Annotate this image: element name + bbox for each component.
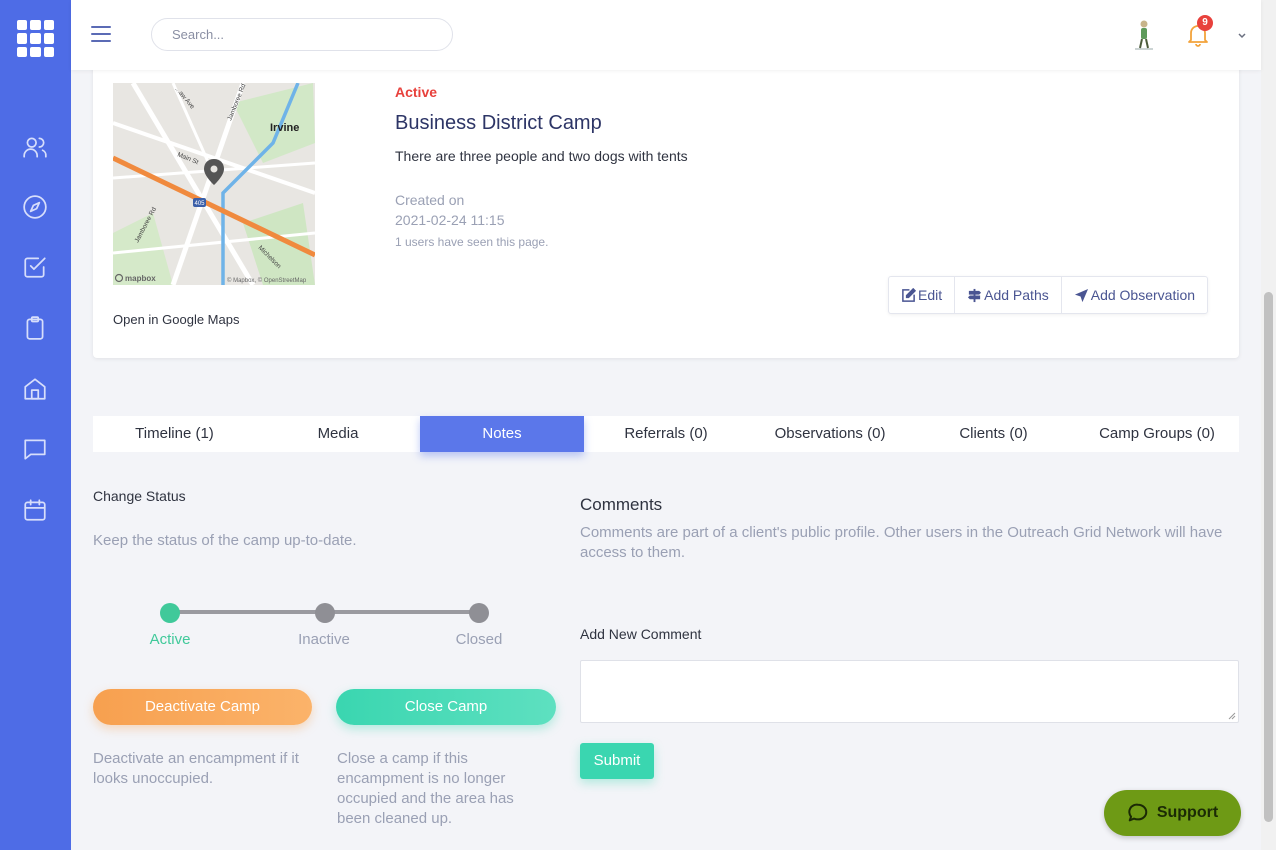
add-observation-button[interactable]: Add Observation [1062,277,1207,313]
status-step-active-dot[interactable] [160,603,180,623]
created-on-label: Created on [395,192,465,208]
deactivate-camp-button[interactable]: Deactivate Camp [93,689,312,725]
edit-button[interactable]: Edit [889,277,956,313]
tab-observations[interactable]: Observations (0) [748,416,912,452]
page-scrollbar[interactable] [1261,0,1276,850]
tab-camp-groups[interactable]: Camp Groups (0) [1075,416,1239,452]
chat-icon[interactable] [22,436,48,462]
comments-subtitle: Comments are part of a client's public p… [580,524,1223,561]
signpost-icon [968,288,982,302]
notification-count-badge: 9 [1197,15,1213,31]
camp-title: Business District Camp [395,112,602,134]
home-icon[interactable] [22,376,48,402]
menu-toggle-icon[interactable] [91,26,111,42]
detail-tabs: Timeline (1) Media Notes Referrals (0) O… [93,416,1239,452]
map-city-label: Irvine [270,122,299,134]
status-step-inactive-dot[interactable] [315,603,335,623]
created-date: 2021-02-24 11:15 [395,212,505,228]
chat-bubble-icon [1128,803,1148,822]
camp-description: There are three people and two dogs with… [395,148,688,164]
close-help-text: Close a camp if this encampment is no lo… [337,750,514,827]
change-status-subtitle: Keep the status of the camp up-to-date. [93,532,357,549]
tab-timeline[interactable]: Timeline (1) [93,416,256,452]
deactivate-help-text: Deactivate an encampment if it looks uno… [93,750,299,787]
users-icon[interactable] [22,134,48,160]
close-camp-button[interactable]: Close Camp [336,689,556,725]
compass-icon[interactable] [22,194,48,220]
status-step-active-label: Active [149,631,191,648]
tab-notes[interactable]: Notes [420,416,584,452]
comments-title: Comments [580,495,663,514]
user-avatar[interactable] [1129,18,1159,52]
location-map[interactable]: 405 Irvine ...aw Ave Jamboree Rd Main St… [113,83,315,285]
seen-count-text: 1 users have seen this page. [395,235,549,249]
apps-grid-icon[interactable] [17,20,54,57]
resize-handle-icon[interactable] [1228,712,1236,720]
tab-clients[interactable]: Clients (0) [912,416,1075,452]
map-highway-label: 405 [194,201,205,207]
edit-icon [902,287,916,302]
camp-detail-card: 405 Irvine ...aw Ave Jamboree Rd Main St… [93,60,1239,358]
mapbox-logo: mapbox [125,274,156,283]
checkbox-icon[interactable] [22,254,48,280]
sidebar [0,0,71,850]
open-google-maps-link[interactable]: Open in Google Maps [113,312,239,327]
tab-media[interactable]: Media [256,416,420,452]
comment-textarea[interactable] [580,660,1239,723]
support-button[interactable]: Support [1104,790,1241,836]
search-input[interactable]: Search... [151,18,453,51]
add-paths-label: Add Paths [984,287,1049,303]
add-paths-button[interactable]: Add Paths [955,277,1062,313]
scrollbar-thumb[interactable] [1264,292,1273,822]
status-step-inactive-label: Inactive [298,631,350,648]
support-label: Support [1156,804,1219,821]
calendar-icon[interactable] [22,497,48,523]
add-comment-label: Add New Comment [580,626,702,642]
change-status-title: Change Status [93,488,186,504]
chevron-down-icon[interactable] [1236,28,1248,40]
top-header: Search... 9 [71,0,1261,70]
tab-referrals[interactable]: Referrals (0) [584,416,748,452]
map-attribution: © Mapbox, © OpenStreetMap [227,277,307,284]
location-arrow-icon [1074,288,1088,302]
status-step-closed-dot[interactable] [469,603,489,623]
add-observation-label: Add Observation [1090,287,1196,303]
status-step-closed-label: Closed [455,631,503,648]
edit-label: Edit [918,287,943,303]
camp-status-label: Active [395,84,438,100]
submit-comment-button[interactable]: Submit [580,743,654,779]
clipboard-icon[interactable] [22,315,48,341]
camp-actions-group: Edit Add Paths Add Observation [888,276,1209,314]
